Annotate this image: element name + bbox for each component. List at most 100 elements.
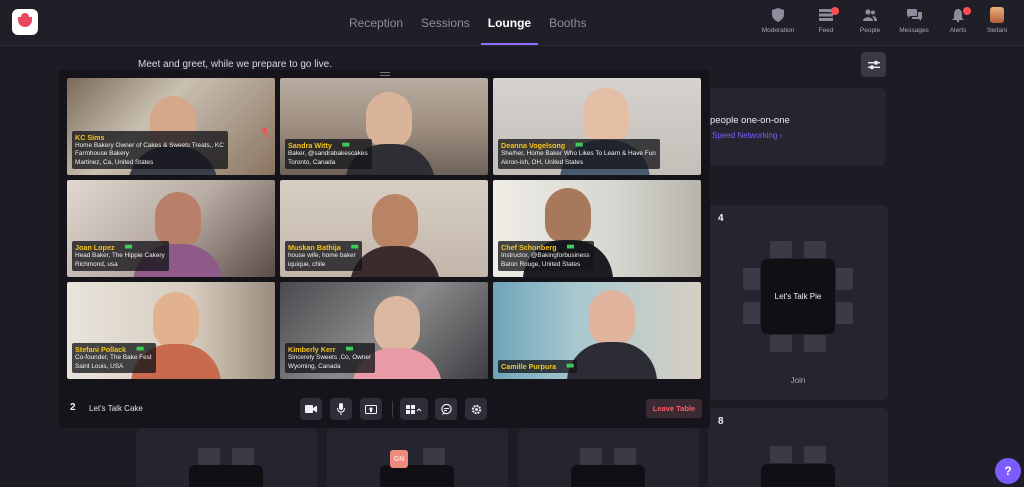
join-table-button[interactable]: Join	[708, 376, 888, 385]
camera-button[interactable]	[300, 398, 322, 420]
nav-alerts[interactable]: Alerts	[936, 6, 980, 34]
lounge-table-4[interactable]: 4 Let's Talk Pie Join	[708, 205, 888, 400]
participant-title: Instructor, @Bakingforbusiness	[501, 252, 590, 260]
table-control-bar: 2 Let's Talk Cake Leave Table	[58, 396, 710, 422]
microphone-icon	[337, 403, 345, 415]
participant-name: Chef Schonberg	[501, 243, 557, 253]
participant-name: Camille Purpura	[501, 362, 557, 371]
seat[interactable]	[804, 335, 826, 352]
nav-people[interactable]: People	[848, 6, 892, 34]
layout-button[interactable]	[400, 398, 428, 420]
seat[interactable]	[580, 448, 602, 465]
participant-title: Head Baker, The Hippie Cakery	[75, 252, 165, 260]
lounge-table-6[interactable]: 6	[327, 418, 508, 487]
seat[interactable]	[836, 302, 853, 324]
speed-networking-link[interactable]: Speed Networking ›	[712, 131, 782, 140]
seat[interactable]	[614, 448, 636, 465]
lounge-subtitle: Meet and greet, while we prepare to go l…	[138, 59, 332, 70]
participant-name: Muskan Bathija	[288, 243, 341, 253]
shield-icon	[772, 8, 784, 22]
gear-icon	[471, 404, 481, 414]
seat[interactable]	[770, 446, 792, 463]
table-surface	[761, 464, 835, 487]
table-name: Let's Talk Pie	[761, 259, 835, 334]
participant-info: Joan Lopez ▮▮▮▮ Head Baker, The Hippie Ca…	[72, 241, 169, 271]
seat[interactable]	[743, 268, 760, 290]
camera-icon	[305, 405, 317, 413]
nav-moderation-label: Moderation	[761, 27, 795, 34]
chat-button[interactable]	[435, 398, 457, 420]
participant-video-body	[350, 246, 440, 277]
participant-tile[interactable]: Muskan Bathija ▮▮▮▮ house wife, home bake…	[280, 180, 488, 277]
participant-tile[interactable]: Kimberly Kerr ▮▮▮▮ Sincerely Sweets .Co, …	[280, 282, 488, 379]
nav-moderation[interactable]: Moderation	[752, 6, 804, 34]
settings-button[interactable]	[465, 398, 487, 420]
audio-level-icon: ▮▮▮▮	[566, 244, 575, 251]
muted-mic-icon	[261, 128, 269, 138]
nav-icon-group: Moderation Feed People Messages Alerts S…	[752, 6, 1014, 34]
tab-sessions[interactable]: Sessions	[412, 0, 479, 46]
seat-avatar[interactable]: GN	[390, 450, 408, 468]
participant-info: Deanna Vogelsong ▮▮▮▮ She/her, Home Baker…	[498, 139, 660, 169]
participant-location: Baton Rouge, United States	[501, 260, 581, 268]
table-number: 2	[70, 402, 76, 413]
audio-level-icon: ▮▮▮▮	[341, 142, 350, 149]
speed-networking-link-label: Speed Networking	[712, 131, 778, 140]
participant-video	[366, 92, 412, 148]
audio-level-icon: ▮▮▮▮	[575, 142, 583, 149]
seat[interactable]	[743, 302, 760, 324]
speed-networking-text: people one-on-one	[710, 115, 790, 126]
seat[interactable]	[770, 335, 792, 352]
participant-location: Saint Louis, USA	[75, 362, 124, 370]
audio-level-icon: ▮▮▮▮	[124, 244, 133, 251]
participant-location: iquique, chile	[288, 260, 326, 268]
participant-tile[interactable]: Camille Purpura ▮▮▮▮	[493, 282, 701, 379]
seat[interactable]	[423, 448, 445, 465]
leave-table-button[interactable]: Leave Table	[646, 399, 702, 418]
participant-name: Joan Lopez	[75, 243, 115, 253]
participant-name: Deanna Vogelsong	[501, 141, 566, 151]
microphone-button[interactable]	[330, 398, 352, 420]
participant-location: Richmond, usa	[75, 260, 118, 268]
participant-tile[interactable]: Stefani Pollack ▮▮▮▮ Co-founder, The Bake…	[67, 282, 275, 379]
seat[interactable]	[804, 446, 826, 463]
participant-name: Sandra Witty	[288, 141, 332, 151]
app-logo[interactable]	[12, 9, 38, 35]
lounge-table-5[interactable]: 5	[136, 418, 317, 487]
seat[interactable]	[836, 268, 853, 290]
participant-info: Camille Purpura ▮▮▮▮	[498, 360, 578, 373]
participant-tile[interactable]: Sandra Witty ▮▮▮▮ Baker, @sandrabakescake…	[280, 78, 488, 175]
audio-level-icon: ▮▮▮▮	[345, 346, 354, 353]
drag-handle[interactable]	[380, 72, 390, 76]
participant-tile[interactable]: KC Sims Home Bakery Owner of Cakes & Swe…	[67, 78, 275, 175]
share-screen-button[interactable]	[360, 398, 382, 420]
participant-tile[interactable]: Deanna Vogelsong ▮▮▮▮ She/her, Home Baker…	[493, 78, 701, 175]
participant-title: She/her, Home Baker Who Likes To Learn &…	[501, 150, 656, 158]
tab-lounge[interactable]: Lounge	[479, 0, 540, 46]
help-button[interactable]: ?	[995, 458, 1021, 484]
participant-tile[interactable]: Chef Schonberg ▮▮▮▮ Instructor, @Bakingfo…	[493, 180, 701, 277]
lounge-table-8[interactable]: 8	[708, 408, 888, 487]
participant-tile[interactable]: Joan Lopez ▮▮▮▮ Head Baker, The Hippie Ca…	[67, 180, 275, 277]
logo-icon	[18, 13, 32, 27]
audio-level-icon: ▮▮▮▮	[136, 346, 144, 353]
tab-reception[interactable]: Reception	[340, 0, 412, 46]
nav-feed-label: Feed	[818, 27, 834, 34]
alerts-badge	[963, 7, 971, 15]
tab-booths[interactable]: Booths	[540, 0, 595, 46]
participant-info: Stefani Pollack ▮▮▮▮ Co-founder, The Bake…	[72, 343, 156, 373]
nav-feed[interactable]: Feed	[804, 6, 848, 34]
control-divider	[392, 401, 393, 417]
seat[interactable]	[198, 448, 220, 465]
table-surface	[380, 465, 454, 487]
seat[interactable]	[770, 241, 792, 258]
nav-alerts-label: Alerts	[949, 27, 967, 34]
seat[interactable]	[232, 448, 254, 465]
table-number: 8	[718, 416, 724, 427]
seat[interactable]	[804, 241, 826, 258]
nav-profile[interactable]: Stefani	[980, 6, 1014, 34]
nav-messages[interactable]: Messages	[892, 6, 936, 34]
participant-title: Co-founder, The Bake Fest	[75, 354, 152, 362]
lounge-table-7[interactable]: 7	[518, 418, 699, 487]
lounge-settings-button[interactable]	[861, 52, 886, 77]
